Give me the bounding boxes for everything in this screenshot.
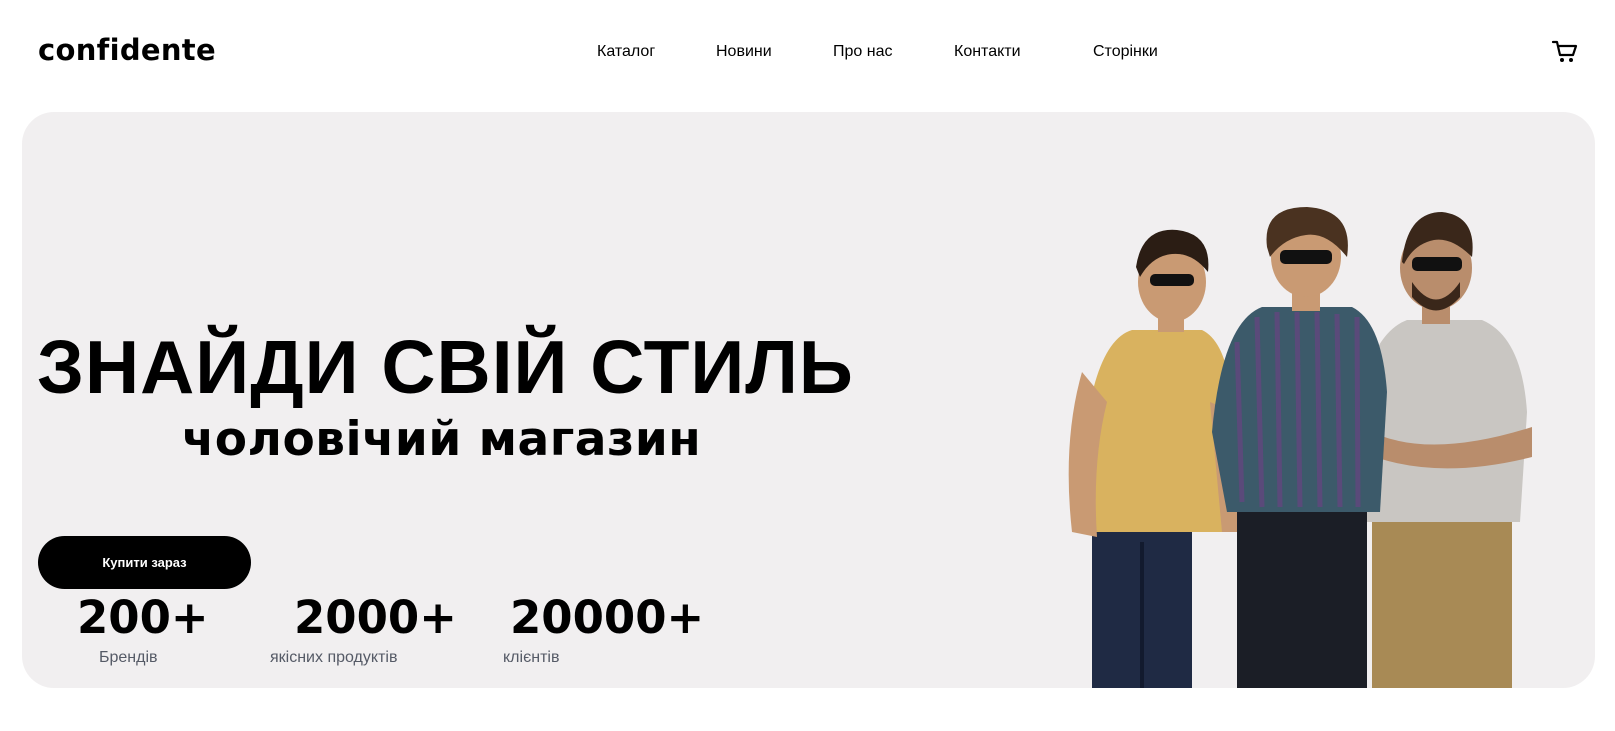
stat-products-value: 2000+	[294, 591, 457, 644]
nav-link-about[interactable]: Про нас	[833, 40, 892, 64]
buy-now-button[interactable]: Купити зараз	[38, 536, 251, 589]
shopping-cart-icon[interactable]	[1551, 38, 1579, 64]
page: confidente Каталог Новини Про нас Контак…	[0, 0, 1615, 731]
nav-link-contacts[interactable]: Контакти	[954, 40, 1021, 64]
man-middle-figure	[1212, 207, 1387, 688]
stat-brands-label: Брендів	[99, 649, 158, 666]
hero-section: ЗНАЙДИ СВІЙ СТИЛЬ чоловічий магазин Купи…	[22, 112, 1595, 688]
stat-brands-value: 200+	[77, 591, 209, 644]
man-left-figure	[1068, 229, 1242, 688]
site-header: confidente Каталог Новини Про нас Контак…	[0, 0, 1615, 105]
nav-link-pages[interactable]: Сторінки	[1093, 40, 1158, 64]
stat-products-label: якісних продуктів	[270, 649, 398, 666]
hero-photo	[1062, 202, 1595, 688]
nav-link-catalog[interactable]: Каталог	[597, 40, 655, 64]
stat-clients-label: клієнтів	[503, 649, 560, 666]
main-nav: Каталог Новини Про нас Контакти Сторінки	[0, 40, 1615, 64]
hero-headline: ЗНАЙДИ СВІЙ СТИЛЬ	[37, 325, 854, 409]
nav-link-news[interactable]: Новини	[716, 40, 772, 64]
hero-subheadline: чоловічий магазин	[182, 412, 702, 467]
stat-clients-value: 20000+	[510, 591, 705, 644]
